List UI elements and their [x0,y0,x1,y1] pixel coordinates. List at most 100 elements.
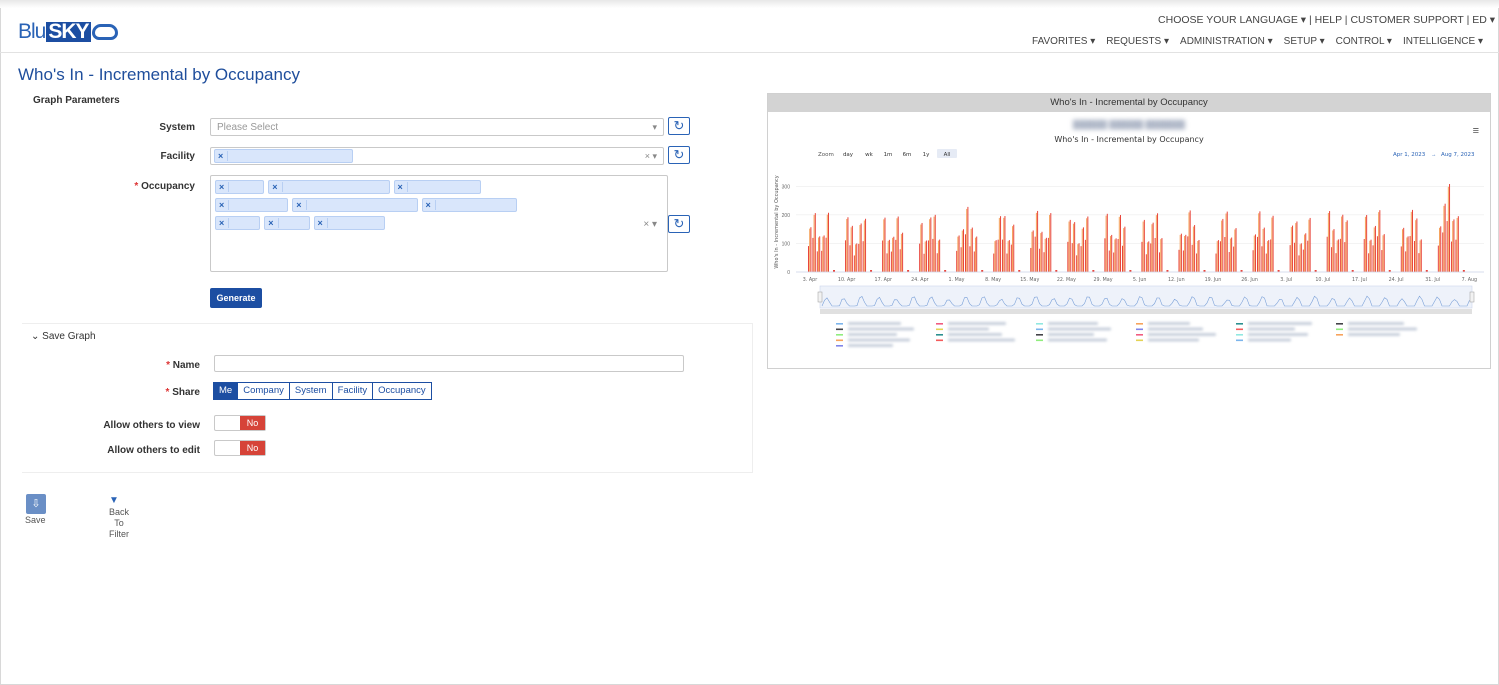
nav-favorites[interactable]: FAVORITES ▾ [1032,36,1095,47]
nav-intelligence[interactable]: INTELLIGENCE ▾ [1403,36,1483,47]
system-label: System [159,122,195,133]
bluesky-logo[interactable]: Blu SKY [18,20,118,44]
save-label: Save [25,515,46,525]
share-company-button[interactable]: Company [237,382,290,400]
zoom-button-6m[interactable]: 6m [903,152,912,158]
bar [892,237,894,272]
share-system-button[interactable]: System [288,382,333,400]
bar [1376,236,1378,272]
bar [933,216,935,272]
name-input[interactable] [214,355,684,372]
range-from[interactable]: Apr 1, 2023 [1393,152,1426,158]
occupancy-refresh-button[interactable]: ↻ [668,215,690,233]
bar [893,236,895,272]
share-occupancy-button[interactable]: Occupancy [372,382,432,400]
bar [1030,247,1032,272]
bar [1118,216,1120,272]
chart-menu-icon[interactable]: ≡ [1473,125,1479,137]
back-to-filter-link[interactable]: Back To Filter [104,507,134,540]
remove-chip-icon[interactable]: × [215,151,229,161]
bar [1160,239,1162,272]
required-mark: * [134,181,139,192]
bar [1178,249,1180,272]
save-button[interactable]: ⇩ [26,494,46,514]
bar [924,241,926,272]
bar [1234,229,1236,272]
bar [1226,211,1228,272]
x-tick-label: 1. May [949,277,965,283]
remove-chip-icon[interactable]: × [293,200,307,210]
bar [1076,255,1078,272]
legend-swatch [836,328,843,331]
bar [1050,213,1052,272]
zoom-button-day[interactable]: day [843,152,854,158]
bar [925,240,927,272]
remove-chip-icon[interactable]: × [216,200,230,210]
remove-chip-icon[interactable]: × [216,218,230,228]
bar [826,214,828,272]
zoom-button-All[interactable]: All [944,152,951,158]
remove-chip-icon[interactable]: × [315,218,328,228]
bar [1151,224,1153,272]
save-graph-toggle[interactable]: ⌄ Save Graph [31,331,96,342]
zoom-button-1y[interactable]: 1y [923,152,930,158]
bar [1415,220,1417,272]
legend-swatch [1036,334,1043,336]
allow-edit-toggle[interactable]: No [214,440,266,456]
remove-chip-icon[interactable]: × [269,182,283,192]
user-menu[interactable]: ED ▾ [1472,14,1495,26]
legend-label-blurred [1248,333,1308,336]
share-me-button[interactable]: Me [213,382,239,400]
nav-control[interactable]: CONTROL ▾ [1336,36,1392,47]
language-link[interactable]: CHOOSE YOUR LANGUAGE ▾ [1158,14,1306,26]
occupancy-clear-control[interactable]: × ▾ [643,219,657,230]
bar [855,244,857,272]
facility-select[interactable]: × × ▾ [210,147,664,165]
legend-swatch [1236,323,1243,325]
bar [1108,250,1110,272]
bar [971,227,973,272]
x-tick-label: 5. Jun [1133,277,1147,283]
allow-view-toggle[interactable]: No [214,415,266,431]
generate-button[interactable]: Generate [210,288,262,308]
utility-nav: CHOOSE YOUR LANGUAGE ▾ | HELP | CUSTOMER… [1158,14,1495,26]
nav-requests[interactable]: REQUESTS ▾ [1106,36,1169,47]
bar [921,222,923,272]
occupancy-chip: × [215,198,289,212]
zoom-button-wk[interactable]: wk [865,152,873,158]
help-link[interactable]: HELP [1315,14,1342,26]
system-select[interactable]: Please Select ▾ [210,118,664,136]
bar [1339,238,1341,272]
customer-support-link[interactable]: CUSTOMER SUPPORT [1350,14,1463,26]
remove-chip-icon[interactable]: × [216,182,230,192]
nav-administration[interactable]: ADMINISTRATION ▾ [1180,36,1273,47]
remove-chip-icon[interactable]: × [265,218,279,228]
facility-refresh-button[interactable]: ↻ [668,146,690,164]
bar [1372,245,1374,272]
system-refresh-button[interactable]: ↻ [668,117,690,135]
bar [994,241,996,272]
remove-chip-icon[interactable]: × [423,200,436,210]
facility-clear-control[interactable]: × ▾ [645,151,657,162]
legend-swatch [1036,323,1043,325]
header-divider [0,52,1499,53]
chart-panel-title: Who's In - Incremental by Occupancy [768,94,1490,112]
bar [1104,238,1106,272]
bar [1041,231,1043,272]
occupancy-multiselect[interactable]: × × × × × × × × × × ▾ [210,175,668,272]
range-to[interactable]: Aug 7, 2023 [1441,152,1475,158]
share-facility-button[interactable]: Facility [331,382,374,400]
remove-chip-icon[interactable]: × [395,182,408,192]
range-navigator[interactable] [817,285,1475,314]
nav-setup[interactable]: SETUP ▾ [1284,36,1325,47]
bar [932,238,934,272]
legend-label-blurred [1148,338,1199,342]
zoom-button-1m[interactable]: 1m [884,152,893,158]
bar [1117,239,1119,272]
bar [1145,254,1147,272]
bar [1121,245,1123,272]
share-label: * Share [165,387,200,398]
filter-icon[interactable]: ▼ [109,495,119,506]
bar [1191,244,1193,272]
legend-swatch [1136,339,1143,342]
